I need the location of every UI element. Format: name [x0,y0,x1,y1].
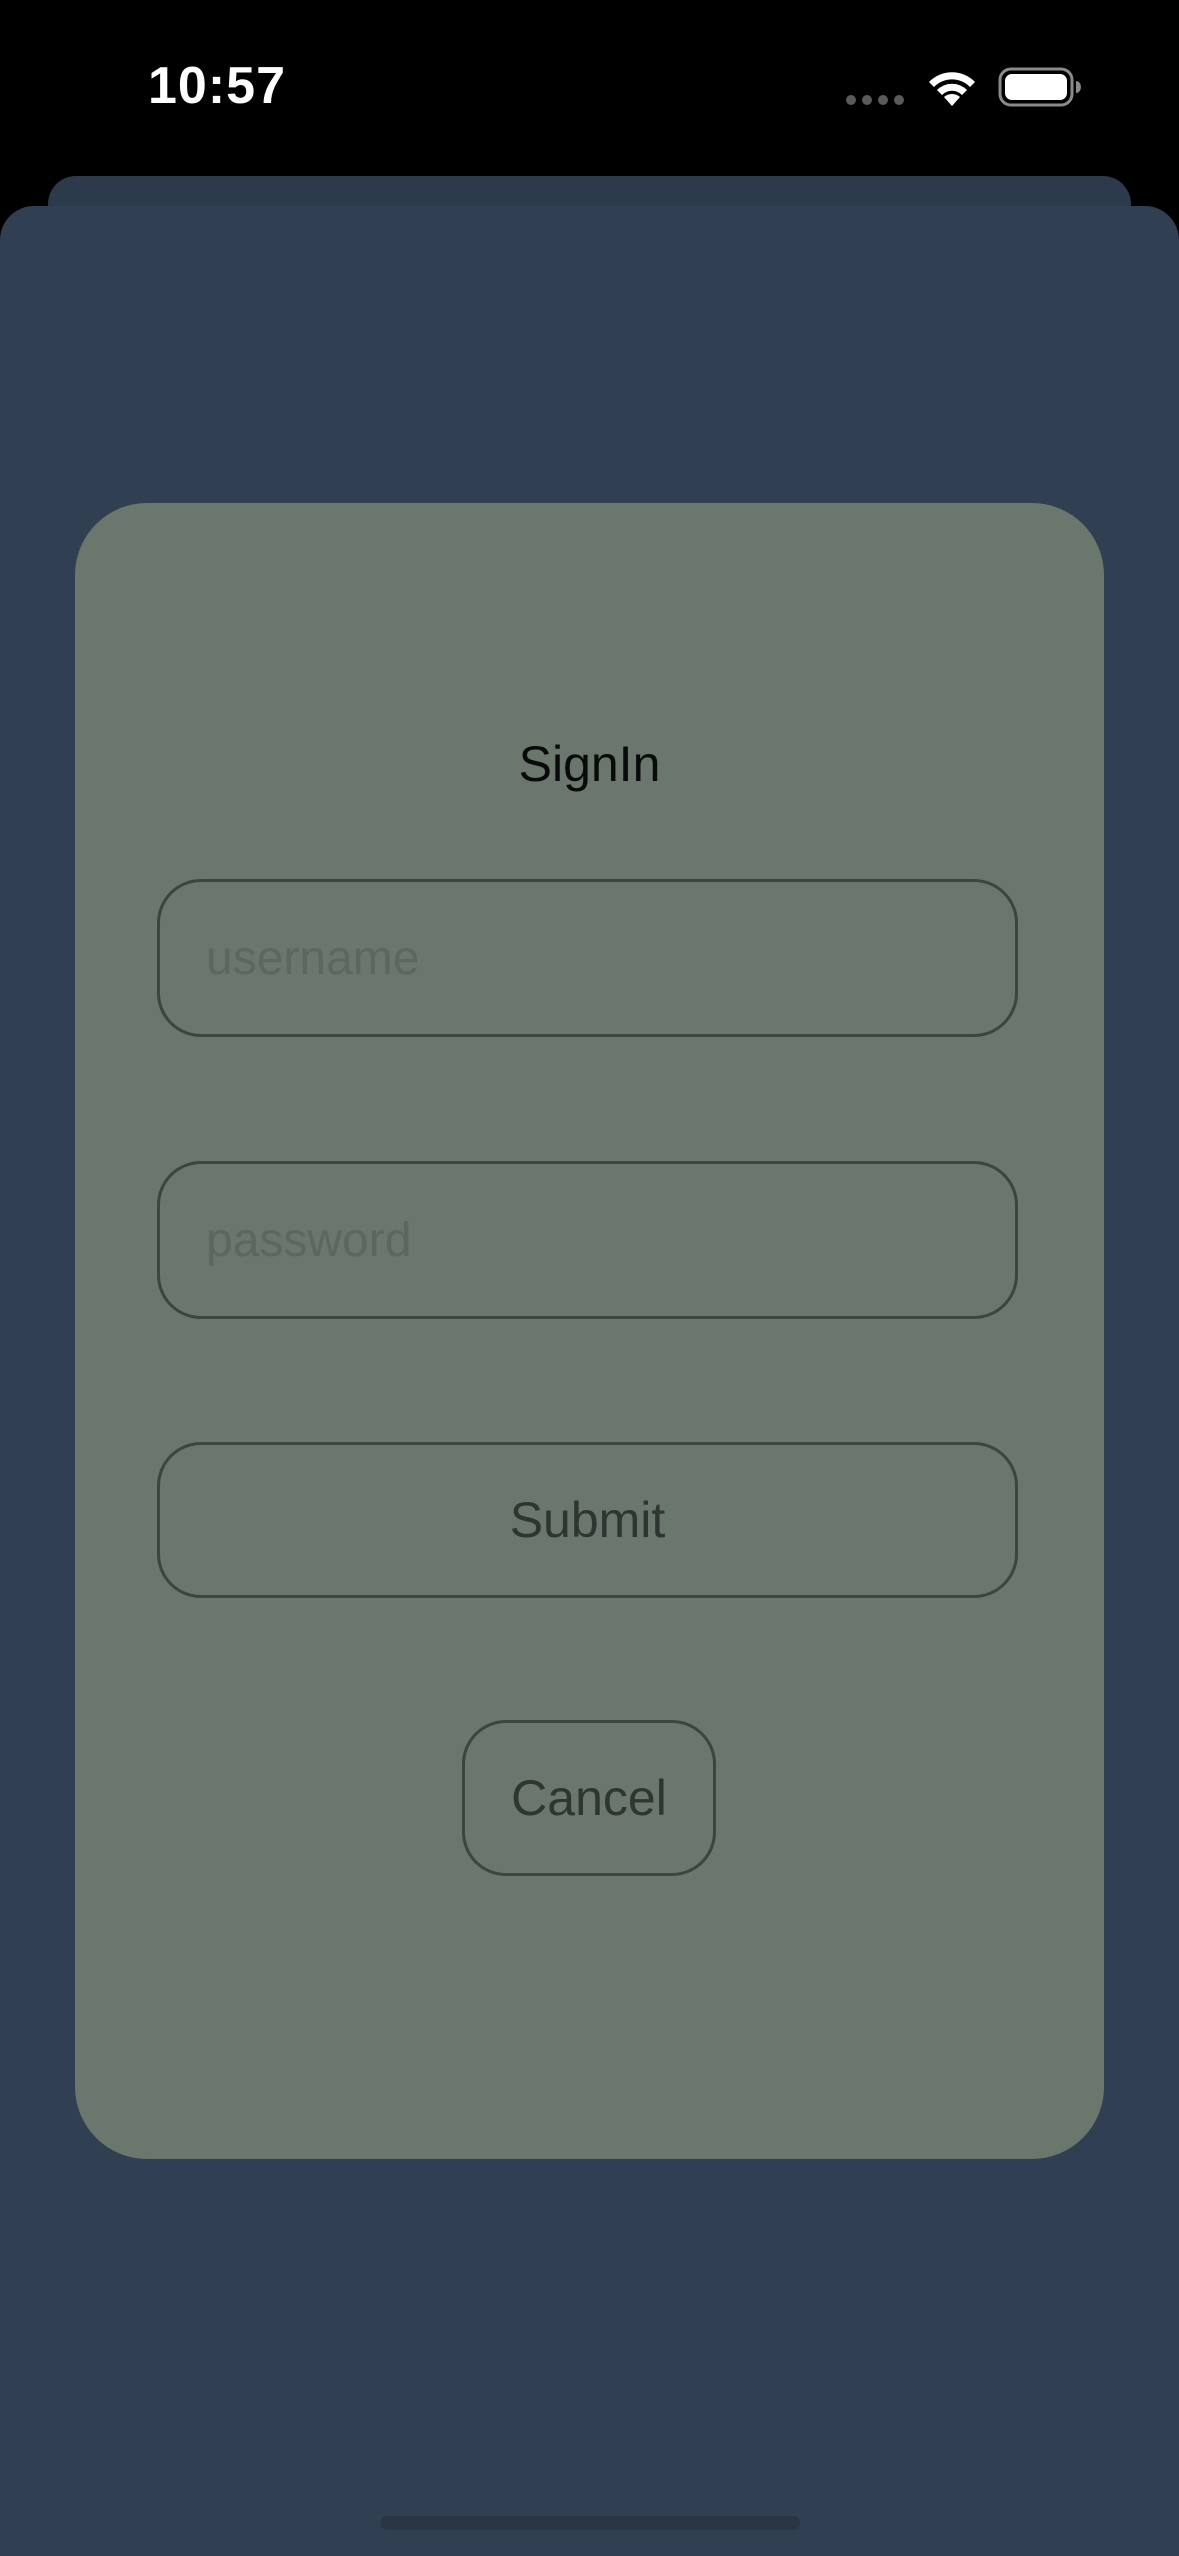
cellular-signal-icon [846,95,904,105]
username-input[interactable] [157,879,1018,1037]
submit-button[interactable]: Submit [157,1442,1018,1598]
wifi-icon [929,72,975,106]
status-bar: 10:57 [0,0,1179,175]
password-input[interactable] [157,1161,1018,1319]
cancel-button[interactable]: Cancel [462,1720,716,1876]
signin-card: SignIn Submit Cancel [75,503,1104,2159]
battery-icon [998,67,1081,107]
status-time: 10:57 [148,57,286,115]
signin-title: SignIn [518,736,661,792]
home-indicator[interactable] [380,2516,800,2530]
screen: 10:57 SignIn Submit Cancel [0,0,1179,2556]
